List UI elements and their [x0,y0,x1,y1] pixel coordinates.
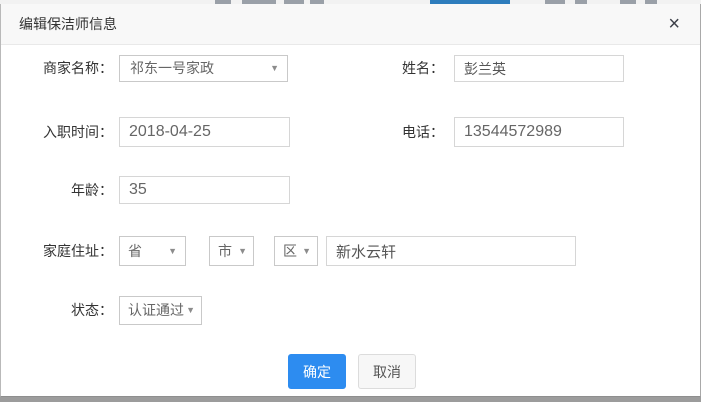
name-input[interactable] [454,55,624,82]
merchant-label: 商家名称： [1,55,113,82]
close-icon[interactable]: × [668,4,680,44]
age-label: 年龄： [1,176,113,204]
city-select-value: 市 [218,237,232,265]
dialog-body: 商家名称： 祁东一号家政 ▼ 姓名： 入职时间： 电话： 年龄： 家庭住址： 省 [1,45,700,395]
address-label: 家庭住址： [1,236,113,266]
age-input[interactable] [119,176,290,204]
district-select-value: 区 [283,237,297,265]
phone-input[interactable] [454,117,624,147]
province-select-value: 省 [128,237,142,265]
row-buttons: 确定 取消 [1,354,700,389]
phone-label: 电话： [331,117,444,147]
address-detail-input[interactable] [326,236,576,266]
cancel-button[interactable]: 取消 [358,354,416,389]
dialog-bottom-shadow [0,397,701,402]
name-label: 姓名： [331,55,444,82]
chevron-down-icon: ▼ [270,56,279,81]
chevron-down-icon: ▼ [168,237,177,265]
edit-cleaner-dialog: 编辑保洁师信息 × 商家名称： 祁东一号家政 ▼ 姓名： 入职时间： 电话： 年… [0,4,701,397]
row-date-phone: 入职时间： 电话： [1,117,700,147]
entry-date-label: 入职时间： [1,117,113,147]
dialog-title: 编辑保洁师信息 [1,4,117,45]
confirm-button[interactable]: 确定 [288,354,346,389]
merchant-select[interactable]: 祁东一号家政 ▼ [119,55,288,82]
row-age: 年龄： [1,176,700,204]
chevron-down-icon: ▼ [238,237,247,265]
chevron-down-icon: ▼ [186,297,195,324]
row-status: 状态： 认证通过 ▼ [1,296,700,325]
province-select[interactable]: 省 ▼ [119,236,186,266]
district-select[interactable]: 区 ▼ [274,236,318,266]
merchant-select-value: 祁东一号家政 [130,56,214,81]
status-label: 状态： [1,296,113,325]
status-select[interactable]: 认证通过 ▼ [119,296,202,325]
dialog-header: 编辑保洁师信息 × [1,4,700,45]
row-address: 家庭住址： 省 ▼ 市 ▼ 区 ▼ [1,236,700,266]
status-select-value: 认证通过 [128,297,184,324]
chevron-down-icon: ▼ [302,237,311,265]
entry-date-input[interactable] [119,117,290,147]
row-merchant-name: 商家名称： 祁东一号家政 ▼ 姓名： [1,55,700,82]
city-select[interactable]: 市 ▼ [209,236,254,266]
